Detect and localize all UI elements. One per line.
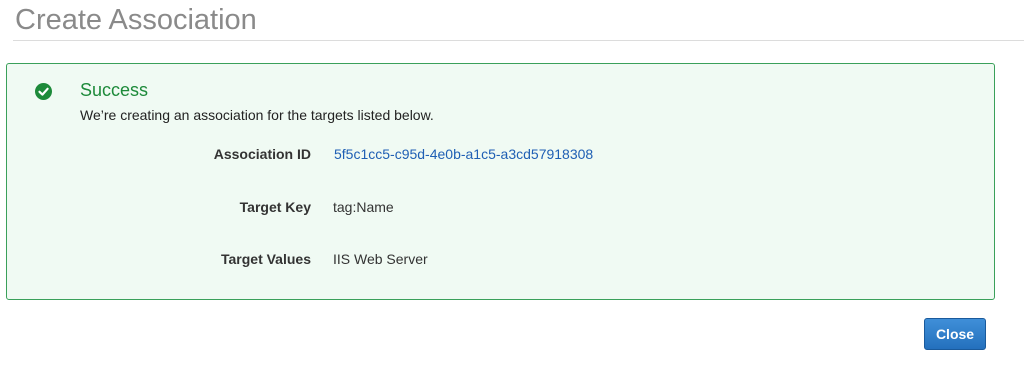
title-divider (13, 40, 1024, 41)
create-association-page: Create Association Success We’re creatin… (0, 0, 1024, 367)
association-id-label: Association ID (213, 146, 311, 162)
success-heading: Success (80, 80, 149, 100)
target-key-label: Target Key (239, 199, 311, 215)
target-values-value: IIS Web Server (333, 251, 428, 267)
check-circle-icon (35, 83, 52, 100)
success-message: We’re creating an association for the ta… (80, 107, 434, 123)
success-panel: Success We’re creating an association fo… (6, 63, 995, 300)
close-button[interactable]: Close (924, 318, 986, 350)
target-values-label: Target Values (220, 251, 311, 267)
association-id-link[interactable]: 5f5c1cc5-c95d-4e0b-a1c5-a3cd57918308 (334, 146, 593, 162)
target-key-value: tag:Name (333, 199, 394, 215)
page-title: Create Association (15, 4, 257, 36)
